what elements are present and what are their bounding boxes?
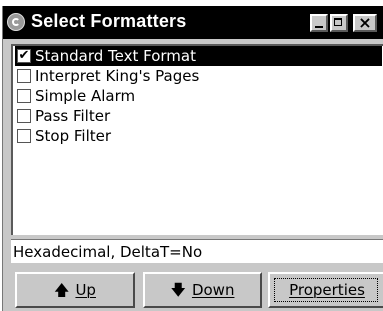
formatter-list[interactable]: ✔ Standard Text Format Interpret King's … (11, 44, 383, 235)
list-item-label: Stop Filter (35, 127, 112, 145)
list-item[interactable]: Pass Filter (15, 106, 382, 126)
down-button[interactable]: 🡇 Down (143, 272, 262, 308)
app-icon[interactable] (7, 13, 25, 31)
list-item-label: Simple Alarm (35, 87, 136, 105)
list-item[interactable]: Stop Filter (15, 126, 382, 146)
maximize-button[interactable] (330, 14, 348, 32)
list-item[interactable]: Simple Alarm (15, 86, 382, 106)
list-item-label: Interpret King's Pages (35, 67, 200, 85)
checkbox[interactable] (17, 69, 31, 83)
title-bar[interactable]: Select Formatters × (3, 6, 383, 39)
list-item[interactable]: ✔ Standard Text Format (15, 46, 382, 66)
select-formatters-window: Select Formatters × ✔ Standard Text Form… (2, 6, 383, 311)
close-icon: × (358, 13, 372, 32)
arrow-down-icon: 🡇 (170, 281, 186, 299)
up-button[interactable]: 🡅 Up (15, 272, 135, 308)
list-item[interactable]: Interpret King's Pages (15, 66, 382, 86)
minimize-button[interactable] (310, 14, 328, 32)
checkbox[interactable] (17, 129, 31, 143)
window-title: Select Formatters (31, 11, 187, 31)
checkbox[interactable] (17, 89, 31, 103)
properties-button[interactable]: Properties (268, 272, 383, 308)
arrow-up-icon: 🡅 (54, 281, 70, 299)
status-bar: Hexadecimal, DeltaT=No (11, 239, 383, 263)
list-item-label: Pass Filter (35, 107, 111, 125)
checkbox[interactable]: ✔ (17, 49, 31, 63)
down-button-label: Down (191, 281, 235, 299)
list-item-label: Standard Text Format (35, 47, 196, 65)
focus-rectangle (274, 278, 378, 302)
checkbox[interactable] (17, 109, 31, 123)
close-button[interactable]: × (353, 14, 377, 32)
up-button-label: Up (75, 281, 96, 299)
